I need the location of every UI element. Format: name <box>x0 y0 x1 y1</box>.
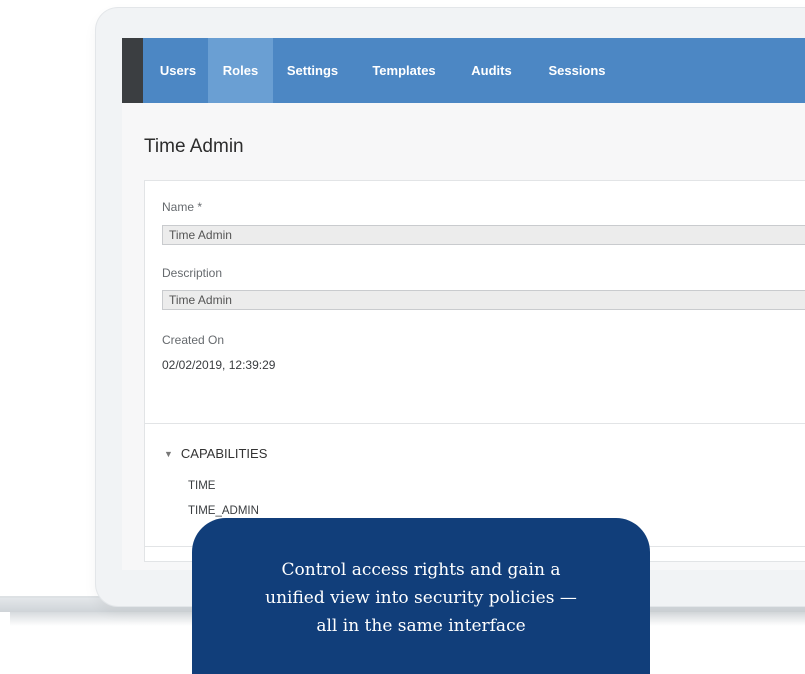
marketing-stage: Users Roles Settings Templates Audits Se… <box>0 0 805 674</box>
name-label: Name * <box>162 200 203 214</box>
tab-users[interactable]: Users <box>148 38 208 103</box>
triangle-down-icon: ▼ <box>164 449 173 459</box>
description-label: Description <box>162 266 223 280</box>
page-title: Time Admin <box>144 136 244 157</box>
capabilities-header: CAPABILITIES <box>180 446 268 461</box>
tab-roles[interactable]: Roles <box>208 38 273 103</box>
capability-item: TIME <box>188 480 216 492</box>
capability-item: TIME_ADMIN <box>188 505 259 517</box>
created-on-label: Created On <box>162 333 225 347</box>
tab-audits[interactable]: Audits <box>456 38 527 103</box>
callout-line-1: Control access rights and gain a <box>281 560 561 580</box>
callout-line-3: all in the same interface <box>316 616 526 636</box>
capabilities-toggle[interactable]: ▼ CAPABILITIES <box>164 446 267 461</box>
app-screen: Users Roles Settings Templates Audits Se… <box>122 38 805 570</box>
marketing-callout: Control access rights and gain a unified… <box>192 518 650 674</box>
top-navbar: Users Roles Settings Templates Audits Se… <box>122 38 805 103</box>
section-divider <box>144 423 805 424</box>
name-field[interactable] <box>162 225 805 245</box>
callout-text: Control access rights and gain a unified… <box>192 556 650 640</box>
description-field[interactable] <box>162 290 805 310</box>
tab-settings[interactable]: Settings <box>273 38 352 103</box>
callout-line-2: unified view into security policies — <box>265 588 577 608</box>
tab-sessions[interactable]: Sessions <box>527 38 627 103</box>
tab-templates[interactable]: Templates <box>352 38 456 103</box>
nav-left-strip <box>122 38 143 103</box>
created-on-value: 02/02/2019, 12:39:29 <box>162 358 276 372</box>
